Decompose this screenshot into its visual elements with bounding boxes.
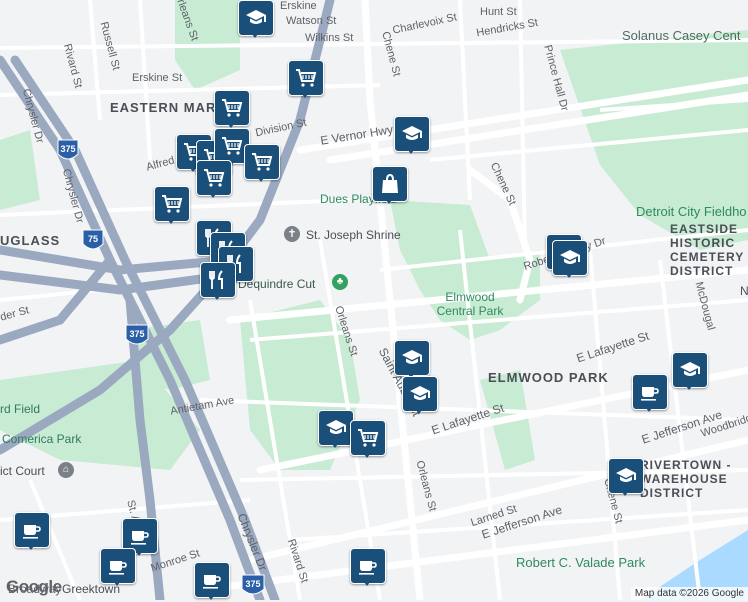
pin-cart-9[interactable] [350,420,386,460]
st-joseph-icon: ✝ [284,226,300,242]
label-st-joseph-shrine: St. Joseph Shrine [306,228,401,242]
label-eastern-market: EASTERN MARK [110,100,227,115]
pin-pointer [413,406,425,414]
pin-cart-8[interactable] [154,186,190,226]
park-tree-icon: ♣ [332,274,348,290]
pin-pointer [643,404,655,412]
pin-bag-1[interactable] [372,166,408,206]
pin-cart-2[interactable] [214,90,250,130]
pin-school-7[interactable] [672,352,708,392]
pin-rest-4[interactable] [200,262,236,302]
label-elmwood-park: ELMWOOD PARK [488,370,609,385]
shield-i75: 75 [82,229,104,250]
label-erskine-st: Erskine St [132,72,183,84]
label-wilkins-st: Wilkins St [305,32,354,44]
pin-cart-1[interactable] [288,60,324,100]
label-ford-field: rd Field [0,402,41,416]
pin-pointer [205,592,217,600]
pin-pointer [619,488,631,496]
pin-school-9[interactable] [318,410,354,450]
court-icon: ⌂ [58,462,74,478]
pin-pointer [225,120,237,128]
pin-pointer [111,578,123,586]
pin-school-8[interactable] [608,458,644,498]
shield-i375-bottom: 375 [125,324,149,345]
pin-cafe-1[interactable] [632,374,668,414]
label-rivertown: RIVERTOWN - WAREHOUSE DISTRICT [640,458,732,500]
shield-i375-bottom-text: 375 [129,329,144,339]
label-erskine-st-top: Erskine [280,0,317,12]
pin-pointer [207,190,219,198]
label-district-court: ict Court [0,464,45,478]
label-elmwood-central-park: Elmwood Central Park [436,290,504,318]
label-watson-st: Watson St [286,15,337,27]
pin-pointer [361,578,373,586]
pin-cafe-5[interactable] [194,562,230,602]
label-eastside-cemetery: EASTSIDE HISTORIC CEMETERY DISTRICT [670,222,745,278]
pin-school-6[interactable] [552,240,588,280]
pin-pointer [383,196,395,204]
pin-pointer [299,90,311,98]
pin-cafe-4[interactable] [100,548,136,588]
pin-school-1[interactable] [238,0,274,40]
pin-pointer [361,450,373,458]
shield-i375-bottom2-text: 375 [245,579,260,589]
pin-pointer [563,270,575,278]
map-attribution[interactable]: Map data ©2026 Google [630,587,748,600]
map-canvas[interactable]: 75 375 375 375 [0,0,748,600]
shield-i75-text: 75 [88,234,98,244]
pin-pointer [255,174,267,182]
shield-i375-top: 375 [57,139,79,160]
label-comerica-park: Comerica Park [2,432,82,446]
pin-school-4[interactable] [402,376,438,416]
pin-school-2[interactable] [394,116,430,156]
pin-pointer [25,542,37,550]
google-logo: Google [6,577,62,596]
pin-cart-6[interactable] [244,144,280,184]
label-hunt-st: Hunt St [480,6,517,18]
label-lafayette-hood: UGLASS [0,233,61,248]
shield-i375-bottom2: 375 [241,574,265,595]
pin-pointer [165,216,177,224]
pin-pointer [211,292,223,300]
pin-school-3[interactable] [394,340,430,380]
label-detroit-city-fieldhouse: Detroit City Fieldho [636,204,747,219]
label-robert-c-valade-park: Robert C. Valade Park [516,555,646,570]
pin-pointer [249,30,261,38]
label-n: N [740,284,748,298]
pin-cart-7[interactable] [196,160,232,200]
pin-pointer [683,382,695,390]
pin-pointer [329,440,341,448]
pin-cafe-6[interactable] [350,548,386,588]
label-solanus-casey: Solanus Casey Cent [622,28,741,43]
pin-pointer [405,146,417,154]
pin-cafe-2[interactable] [14,512,50,552]
shield-i375-top-text: 375 [60,144,75,154]
